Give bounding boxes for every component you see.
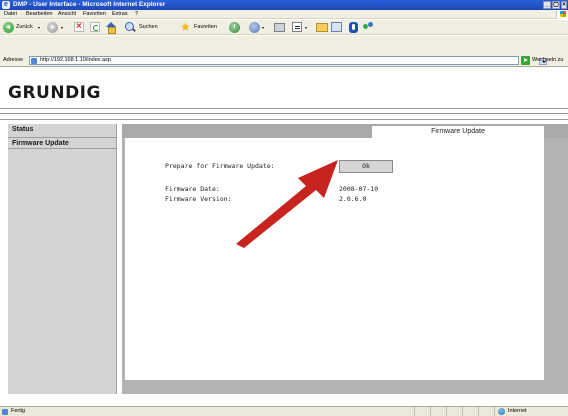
forward-icon[interactable] [47, 22, 58, 33]
tab-strip: Firmware Update [122, 124, 568, 138]
menu-bearbeiten[interactable]: Bearbeiten [26, 11, 53, 18]
menu-help[interactable]: ? [135, 11, 138, 18]
red-pointer-arrow [236, 160, 338, 248]
globe-icon [498, 408, 505, 415]
sidebar: Status Firmware Update [8, 124, 117, 394]
minimize-button[interactable]: _ [543, 1, 551, 9]
search-button-label[interactable]: Suchen [139, 24, 158, 31]
go-arrow-icon[interactable] [521, 56, 530, 65]
search-icon[interactable] [125, 22, 136, 33]
sidebar-item-status[interactable]: Status [8, 124, 117, 136]
messenger-icon[interactable] [349, 22, 358, 33]
address-bar: Adresse http://192.168.1.10/index.asp We… [0, 55, 568, 67]
back-button-label[interactable]: Zurück [16, 24, 33, 31]
people-icon[interactable] [363, 22, 375, 33]
back-dropdown[interactable]: ▾ [38, 25, 40, 30]
header-divider [0, 108, 568, 109]
folder-icon[interactable] [316, 23, 328, 32]
firmware-version-label: Firmware Version: [165, 195, 232, 203]
address-url[interactable]: http://192.168.1.10/index.asp [40, 57, 111, 64]
back-icon[interactable] [3, 22, 14, 33]
zone-text: Internet [508, 408, 527, 414]
header-divider [0, 119, 568, 120]
address-label: Adresse [3, 57, 24, 63]
windows-logo-icon [556, 10, 568, 19]
title-bar: e DMP - User Interface - Microsoft Inter… [0, 0, 568, 10]
home-icon[interactable] [106, 22, 116, 34]
firmware-date-label: Firmware Date: [165, 185, 220, 193]
ok-button[interactable]: Ok [339, 160, 393, 173]
status-pane [478, 407, 494, 416]
window-title: DMP - User Interface - Microsoft Interne… [13, 1, 166, 8]
print-icon[interactable] [274, 23, 285, 32]
mail-icon[interactable] [249, 22, 260, 33]
address-input[interactable]: http://192.168.1.10/index.asp [29, 56, 547, 65]
ie-logo-icon: e [2, 1, 10, 9]
menu-extras[interactable]: Extras [112, 11, 128, 18]
forward-dropdown[interactable]: ▾ [61, 25, 63, 30]
status-pane [430, 407, 446, 416]
history-icon[interactable] [229, 22, 240, 33]
status-pane [462, 407, 478, 416]
menu-datei[interactable]: Datei [4, 11, 17, 18]
security-zone: Internet [494, 407, 568, 416]
page-icon [2, 409, 8, 415]
status-bar: Fertig Internet [0, 406, 568, 416]
toolbar: Zurück ▾ ▾ Suchen ★ Favoriten ▾ ▾ [0, 20, 568, 35]
close-button[interactable]: × [561, 1, 567, 9]
status-text: Fertig [11, 408, 26, 414]
mail-dropdown[interactable]: ▾ [262, 25, 264, 30]
tab-firmware-update[interactable]: Firmware Update [372, 126, 544, 138]
stop-icon[interactable] [74, 21, 84, 32]
refresh-icon[interactable] [90, 22, 100, 32]
menu-bar: Datei Bearbeiten Ansicht Favoriten Extra… [0, 10, 568, 19]
edit-icon[interactable] [292, 22, 302, 32]
favorites-star-icon[interactable]: ★ [180, 21, 191, 33]
window-controls: _ ▢ × [543, 1, 567, 9]
status-pane [414, 407, 430, 416]
go-button-label[interactable]: Wechseln zu [532, 57, 563, 64]
grundig-logo: GRUNDIG [8, 83, 101, 103]
favorites-button-label[interactable]: Favoriten [194, 24, 217, 31]
page-icon [31, 58, 37, 64]
sidebar-item-firmware-update[interactable]: Firmware Update [8, 137, 117, 149]
header-divider [0, 113, 568, 114]
discuss-icon[interactable] [331, 22, 342, 32]
edit-dropdown[interactable]: ▾ [305, 25, 307, 30]
menu-favoriten[interactable]: Favoriten [83, 11, 106, 18]
status-panes [414, 407, 494, 416]
status-pane [446, 407, 462, 416]
maximize-button[interactable]: ▢ [552, 1, 560, 9]
menu-ansicht[interactable]: Ansicht [58, 11, 76, 18]
